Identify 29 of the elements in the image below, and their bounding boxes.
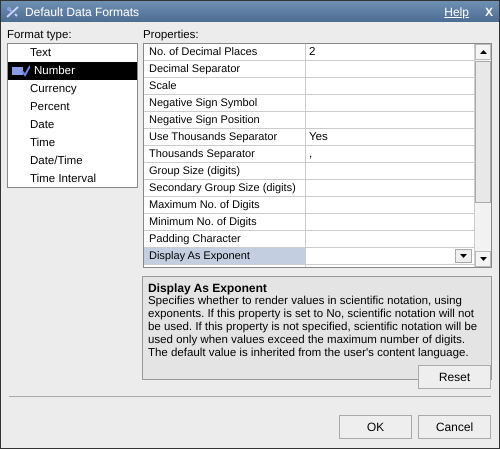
down-arrow-icon xyxy=(460,254,467,258)
format-type-item[interactable]: Time xyxy=(8,134,137,152)
format-type-item[interactable]: Date/Time xyxy=(8,152,137,170)
properties-label: Properties: xyxy=(143,29,200,42)
reset-button[interactable]: Reset xyxy=(418,365,491,389)
format-type-item[interactable]: Number xyxy=(8,62,137,80)
format-type-label: Format type: xyxy=(7,29,73,42)
dropdown-button[interactable] xyxy=(455,249,472,263)
format-type-item[interactable]: Currency xyxy=(8,80,137,98)
property-value: , xyxy=(309,147,312,162)
ok-button[interactable]: OK xyxy=(339,415,412,439)
cancel-button[interactable]: Cancel xyxy=(418,415,491,439)
property-name[interactable]: Display As Exponent xyxy=(144,248,306,264)
close-button[interactable]: X xyxy=(484,4,493,18)
window-title: Default Data Formats xyxy=(25,4,140,18)
format-type-item[interactable]: Text xyxy=(8,44,137,62)
description-text: Specifies whether to render values in scientific notation, using exponents. If this property is set to No, scientific notation will not be used. If this property is not specified, scientific notation will be used only when values exceed the maximum number of digits. The default value is inherited from the user's content language. xyxy=(148,295,478,360)
number-format-icon xyxy=(12,65,30,77)
format-type-item[interactable]: Percent xyxy=(8,98,137,116)
scrollbar[interactable] xyxy=(474,44,491,267)
format-type-item[interactable]: Date xyxy=(8,116,137,134)
app-icon xyxy=(5,4,21,18)
property-value: 2 xyxy=(309,45,316,60)
help-link[interactable]: Help xyxy=(444,4,469,18)
format-type-item[interactable]: Time Interval xyxy=(8,170,137,188)
description-title: Display As Exponent xyxy=(148,281,268,295)
property-value: Yes xyxy=(309,130,328,145)
down-arrow-icon xyxy=(480,257,486,261)
up-arrow-icon xyxy=(480,50,486,54)
